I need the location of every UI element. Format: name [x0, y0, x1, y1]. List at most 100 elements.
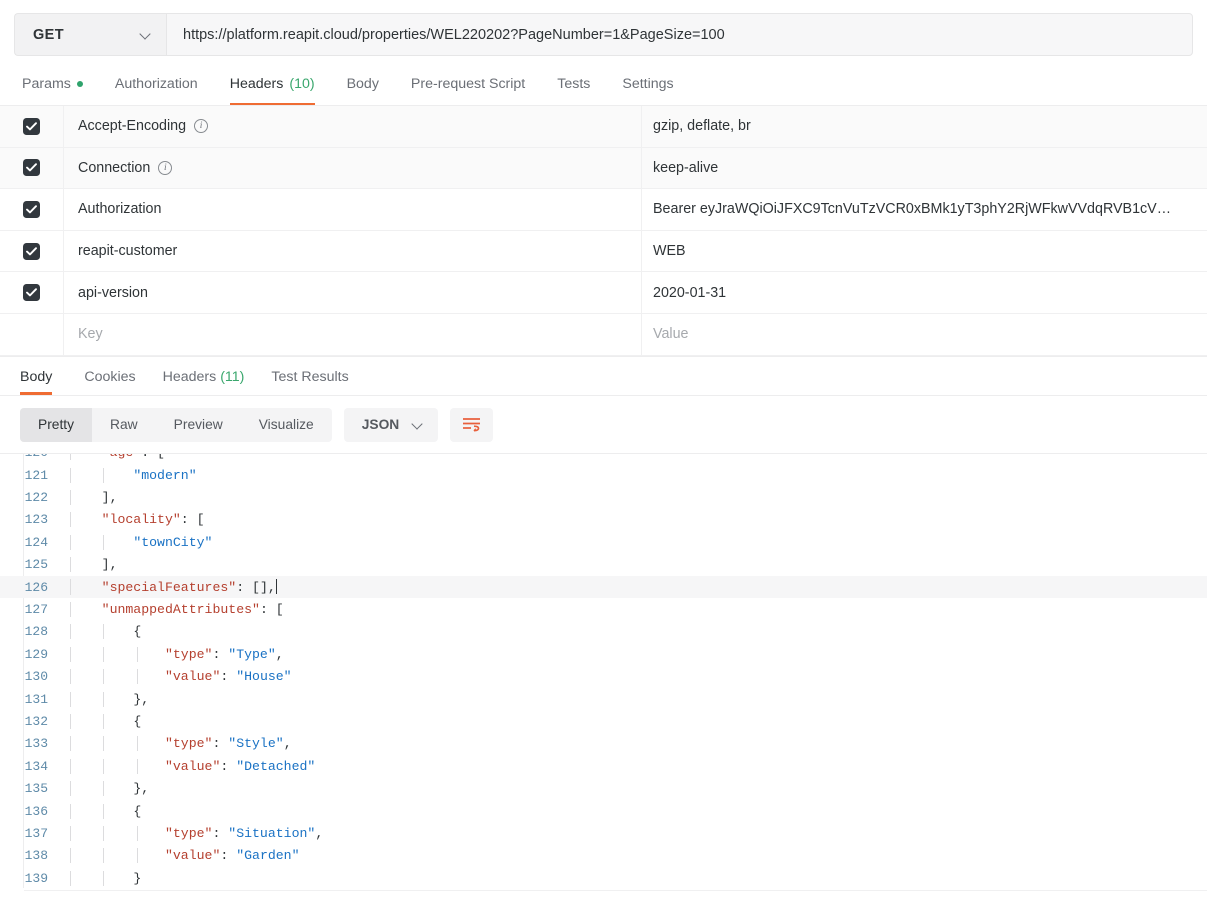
code-line-text: "type": "Style",: [62, 736, 1207, 752]
word-wrap-button[interactable]: [450, 407, 494, 442]
response-tab-headers[interactable]: Headers (11): [154, 369, 254, 395]
indent-guide: [136, 848, 138, 864]
tab-body-label: Body: [346, 76, 379, 92]
header-new-key-input[interactable]: Key: [64, 313, 642, 355]
code-line-text: {: [62, 713, 1207, 729]
header-key-text: api-version: [78, 284, 148, 301]
code-token: }: [133, 870, 142, 886]
view-mode-raw[interactable]: Raw: [92, 408, 156, 442]
code-token: "age": [101, 452, 142, 461]
response-body-code-viewer[interactable]: 120 "age": [121 "modern" 122 ], 123 "local…: [0, 452, 1207, 897]
header-key-input[interactable]: api-version: [64, 272, 642, 313]
header-enabled-checkbox[interactable]: [0, 147, 64, 189]
code-line: 134 "value": "Detached": [0, 755, 1207, 777]
header-value-input[interactable]: Bearer eyJraWQiOiJFXC9TcnVuTzVCR0xBMk1yT…: [642, 189, 1207, 230]
line-number: 122: [24, 490, 48, 506]
line-number: 131: [24, 691, 48, 707]
tab-settings[interactable]: Settings: [606, 76, 689, 105]
header-value-input[interactable]: 2020-01-31: [642, 272, 1207, 313]
code-token: : [: [141, 452, 165, 461]
header-key-input[interactable]: Accept-Encoding i: [64, 106, 642, 147]
response-format-selector[interactable]: JSON: [343, 407, 439, 442]
url-input[interactable]: https://platform.reapit.cloud/properties…: [166, 13, 1193, 56]
line-number: 126: [24, 579, 48, 595]
indent-guide: [69, 624, 71, 640]
indent-guide: [103, 870, 104, 886]
header-value-text: 2020-01-31: [653, 284, 727, 301]
tab-pre-request-script[interactable]: Pre-request Script: [395, 76, 541, 105]
code-horizontal-scrollbar[interactable]: [24, 889, 1207, 897]
indent-guide: [69, 781, 71, 797]
tab-params[interactable]: Params: [14, 76, 99, 105]
code-token: ],: [101, 490, 118, 506]
response-tab-bar: Body Cookies Headers (11) Test Results: [0, 357, 1207, 396]
header-new-value-input[interactable]: Value: [642, 314, 1207, 355]
header-row[interactable]: Accept-Encoding i gzip, deflate, br: [0, 106, 1207, 148]
view-mode-visualize[interactable]: Visualize: [241, 408, 332, 442]
info-icon[interactable]: i: [194, 119, 209, 134]
tab-body[interactable]: Body: [331, 76, 395, 105]
header-key-text: Authorization: [78, 201, 162, 218]
code-token: :: [220, 848, 237, 864]
code-line: 129 "type": "Type",: [0, 643, 1207, 665]
line-number: 125: [24, 557, 48, 573]
code-token: : [: [259, 601, 284, 617]
code-line-text: "specialFeatures": [],: [62, 579, 1207, 596]
header-enabled-checkbox[interactable]: [0, 230, 64, 272]
header-value-input[interactable]: keep-alive: [642, 148, 1207, 189]
code-token: : [],: [236, 580, 276, 596]
header-row[interactable]: Connection i keep-alive: [0, 147, 1207, 190]
header-row[interactable]: api-version 2020-01-31: [0, 272, 1207, 314]
tab-tests[interactable]: Tests: [541, 76, 606, 105]
http-method-selector[interactable]: GET: [14, 13, 166, 56]
header-key-input[interactable]: Authorization: [64, 189, 642, 230]
info-icon[interactable]: i: [158, 160, 173, 175]
header-enabled-checkbox[interactable]: [0, 272, 64, 313]
response-tab-test-results[interactable]: Test Results: [262, 369, 357, 395]
view-mode-pretty[interactable]: Pretty: [20, 407, 93, 442]
tab-headers-count: (10): [289, 76, 315, 92]
header-row[interactable]: Authorization Bearer eyJraWQiOiJFXC9TcnVu…: [0, 189, 1207, 231]
indent-guide: [136, 646, 138, 662]
checkbox-checked-icon: [23, 242, 40, 260]
response-view-toolbar: Pretty Raw Preview Visualize JSON: [0, 396, 1207, 453]
code-line: 139 }: [0, 867, 1207, 889]
indent-guide: [69, 453, 71, 461]
view-mode-preview[interactable]: Preview: [156, 408, 241, 442]
response-tab-body[interactable]: Body: [14, 369, 61, 395]
indent-guide: [103, 736, 104, 752]
header-row[interactable]: reapit-customer WEB: [0, 230, 1207, 273]
response-tab-headers-label: Headers: [162, 368, 217, 385]
header-value-input[interactable]: WEB: [642, 231, 1207, 272]
header-new-row[interactable]: Key Value: [0, 313, 1207, 356]
response-tab-body-label: Body: [20, 368, 53, 385]
code-line-text: },: [62, 781, 1207, 797]
view-mode-raw-label: Raw: [110, 417, 138, 433]
tab-headers[interactable]: Headers (10): [214, 76, 331, 105]
code-token: "value": [164, 669, 221, 685]
line-number: 132: [24, 713, 48, 729]
header-key-input[interactable]: Connection i: [64, 147, 642, 189]
code-token: ,: [275, 646, 284, 662]
header-value-input[interactable]: gzip, deflate, br: [642, 106, 1207, 147]
header-key-input[interactable]: reapit-customer: [64, 230, 642, 272]
code-token: {: [133, 624, 142, 640]
indent-guide: [136, 736, 138, 752]
tab-authorization[interactable]: Authorization: [99, 76, 214, 105]
header-new-checkbox-cell: [0, 313, 64, 355]
header-enabled-checkbox[interactable]: [0, 189, 64, 230]
checkbox-checked-icon: [23, 117, 40, 135]
indent-guide: [103, 467, 104, 483]
indent-guide: [69, 669, 71, 685]
indent-guide: [69, 803, 71, 819]
code-line-text: "unmappedAttributes": [: [62, 601, 1207, 617]
indent-guide: [69, 848, 71, 864]
code-line-text: {: [62, 803, 1207, 819]
response-tab-cookies[interactable]: Cookies: [75, 369, 144, 395]
indent-guide: [136, 669, 138, 685]
code-line: 138 "value": "Garden": [0, 845, 1207, 867]
code-line: 133 "type": "Style",: [0, 733, 1207, 755]
code-token: "Detached": [236, 758, 316, 774]
header-enabled-checkbox[interactable]: [0, 106, 64, 147]
indent-guide: [136, 758, 138, 774]
